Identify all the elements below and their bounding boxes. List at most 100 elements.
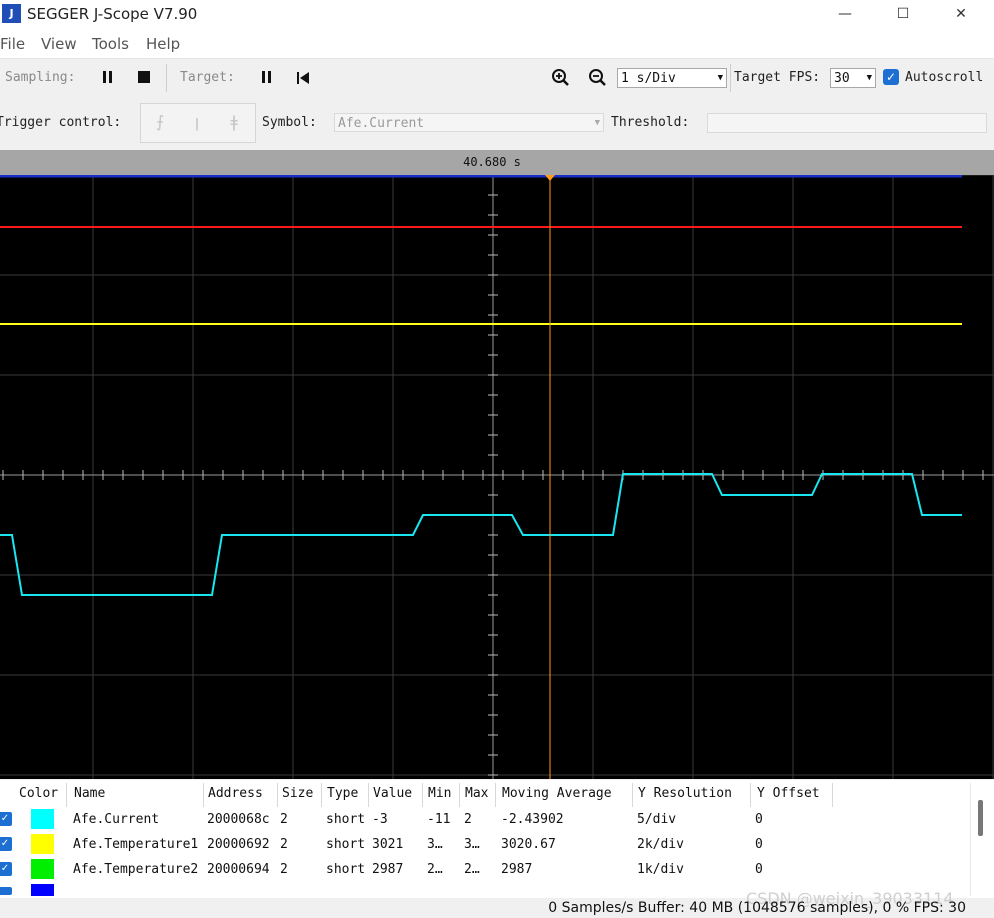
col-header-y-resolution[interactable]: Y Resolution [638, 786, 732, 801]
column-separator [66, 783, 67, 807]
col-header-color[interactable]: Color [19, 786, 58, 801]
channel-type: short [326, 862, 366, 877]
column-separator [459, 783, 460, 807]
channel-moving-average: -2.43902 [501, 812, 564, 827]
column-separator [277, 783, 278, 807]
column-separator [750, 783, 751, 807]
toolbar-separator [166, 64, 167, 92]
minimize-button[interactable]: — [816, 0, 874, 30]
channel-color-swatch[interactable] [31, 834, 54, 854]
column-separator [495, 783, 496, 807]
channel-visible-checkbox[interactable]: ✓ [0, 812, 12, 826]
channel-y-resolution[interactable]: 5/div [637, 812, 676, 827]
menu-tools[interactable]: Tools [92, 35, 129, 53]
target-pause-button[interactable] [257, 68, 277, 88]
zoom-out-icon [589, 69, 606, 86]
chevron-down-icon: ▼ [594, 118, 600, 128]
target-fps-label: Target FPS: [734, 70, 821, 85]
status-text: 0 Samples/s Buffer: 40 MB (1048576 sampl… [548, 900, 966, 916]
zoom-in-button[interactable] [551, 68, 571, 88]
channel-y-offset[interactable]: 0 [755, 812, 763, 827]
channel-address: 20000692 [207, 837, 270, 852]
col-header-size[interactable]: Size [282, 786, 313, 801]
table-scrollbar-thumb[interactable] [978, 800, 983, 836]
zoom-in-icon [552, 69, 569, 86]
falling-edge-icon: ꞁ [194, 112, 200, 131]
sampling-stop-button[interactable] [134, 68, 154, 88]
channel-type: short [326, 837, 366, 852]
channel-visible-checkbox[interactable]: ✓ [0, 837, 12, 851]
col-header-max[interactable]: Max [465, 786, 488, 801]
column-separator [632, 783, 633, 807]
rising-edge-icon: ⨍ [155, 112, 165, 131]
trigger-both-edges-button[interactable]: ǂ [216, 104, 252, 140]
channel-visible-checkbox[interactable] [0, 887, 12, 895]
col-header-y-offset[interactable]: Y Offset [757, 786, 820, 801]
target-restart-button[interactable] [293, 68, 313, 88]
menu-view[interactable]: View [41, 35, 77, 53]
chevron-down-icon: ▼ [717, 73, 723, 83]
col-header-type[interactable]: Type [327, 786, 358, 801]
channel-moving-average: 3020.67 [501, 837, 556, 852]
channel-y-offset[interactable]: 0 [755, 837, 763, 852]
target-fps-value: 30 [834, 71, 850, 86]
pause-icon [262, 71, 265, 83]
channel-value: 3021 [372, 837, 404, 852]
channel-type: short [326, 812, 366, 827]
column-separator [422, 783, 423, 807]
scope-time-readout: 40.680 s [463, 155, 521, 169]
target-label: Target: [180, 70, 235, 85]
maximize-button[interactable]: ☐ [874, 0, 932, 30]
menu-file[interactable]: File [0, 35, 25, 53]
channel-address: 2000068c [207, 812, 270, 827]
channel-value: -3 [372, 812, 388, 827]
column-separator [368, 783, 369, 807]
scope-plot[interactable] [0, 175, 994, 779]
target-fps-select[interactable]: 30 ▼ [830, 68, 876, 88]
col-header-address[interactable]: Address [208, 786, 263, 801]
threshold-input[interactable] [707, 113, 987, 133]
autoscroll-checkbox[interactable]: ✓ [883, 69, 899, 85]
time-per-div-select[interactable]: 1 s/Div ▼ [617, 68, 727, 88]
col-header-value[interactable]: Value [373, 786, 412, 801]
channel-min: 3… [427, 837, 443, 852]
threshold-label: Threshold: [611, 115, 690, 130]
channel-value: 2987 [372, 862, 404, 877]
channel-y-resolution[interactable]: 1k/div [637, 862, 684, 877]
symbol-label: Symbol: [262, 115, 317, 130]
channel-y-offset[interactable]: 0 [755, 862, 763, 877]
skip-back-icon [297, 72, 309, 84]
column-separator [203, 783, 204, 807]
channel-color-swatch[interactable] [31, 809, 54, 829]
toolbar-separator [730, 64, 731, 92]
column-separator [832, 783, 833, 807]
menu-help[interactable]: Help [146, 35, 180, 53]
symbol-value: Afe.Current [338, 116, 425, 131]
column-separator [321, 783, 322, 807]
col-header-moving-average[interactable]: Moving Average [502, 786, 612, 801]
channel-y-resolution[interactable]: 2k/div [637, 837, 684, 852]
zoom-out-button[interactable] [588, 68, 608, 88]
trigger-falling-edge-button[interactable]: ꞁ [179, 104, 215, 140]
col-header-min[interactable]: Min [428, 786, 451, 801]
channel-color-swatch[interactable] [31, 884, 54, 896]
close-button[interactable]: ✕ [932, 0, 990, 30]
channel-color-swatch[interactable] [31, 859, 54, 879]
channel-max: 3… [464, 837, 480, 852]
channel-min: -11 [427, 812, 451, 827]
chevron-down-icon: ▼ [866, 73, 872, 83]
symbol-select[interactable]: Afe.Current ▼ [334, 113, 604, 132]
channel-moving-average: 2987 [501, 862, 533, 877]
sampling-pause-button[interactable] [98, 68, 118, 88]
channel-min: 2… [427, 862, 443, 877]
autoscroll-label: Autoscroll [905, 70, 984, 85]
both-edges-icon: ǂ [230, 112, 238, 131]
trigger-rising-edge-button[interactable]: ⨍ [142, 104, 178, 140]
channel-size: 2 [280, 837, 288, 852]
sampling-label: Sampling: [5, 70, 76, 85]
col-header-name[interactable]: Name [74, 786, 105, 801]
channel-visible-checkbox[interactable]: ✓ [0, 862, 12, 876]
window-title: SEGGER J-Scope V7.90 [27, 5, 198, 23]
channel-address: 20000694 [207, 862, 270, 877]
channel-name: Afe.Current [73, 812, 160, 827]
